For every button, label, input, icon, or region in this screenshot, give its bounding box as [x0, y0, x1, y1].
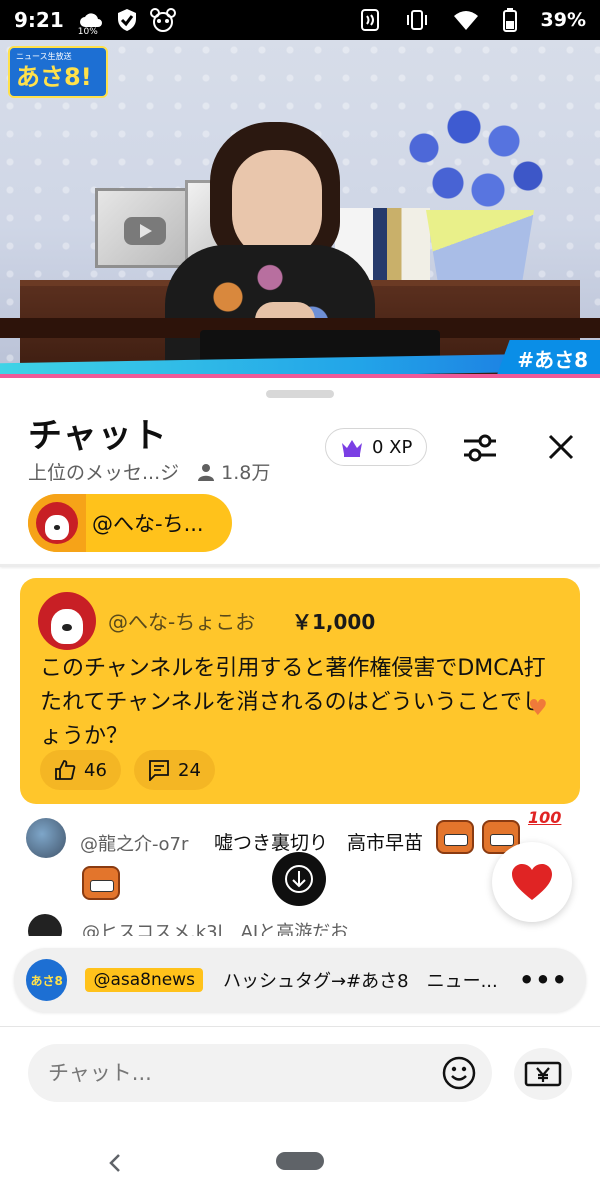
chat-input-box[interactable] — [28, 1044, 492, 1102]
crown-icon — [342, 440, 362, 457]
chat-message[interactable]: @龍之介-o7r 嘘つき裏切り 高市早苗 — [26, 816, 520, 906]
reply-button[interactable]: 24 — [134, 750, 215, 790]
battery-percent: 39% — [540, 9, 586, 31]
comment-icon — [149, 760, 169, 781]
video-player[interactable]: ニュース生放送 あさ8! #あさ8 — [0, 40, 600, 378]
chevron-left-icon — [109, 1154, 120, 1172]
logo-subtitle: ニュース生放送 — [16, 52, 72, 61]
nfc-icon — [359, 8, 381, 32]
superchat-card[interactable]: @へな-ちょこお ￥1,000 このチャンネルを引用すると著作権侵害でDMCA打… — [20, 578, 580, 804]
message-text: AIと高游だお — [240, 922, 349, 936]
thumbs-up-icon — [55, 760, 76, 780]
chat-message[interactable]: @ヒスコスメ.k3l AIと高游だお — [26, 914, 586, 936]
vibrate-icon — [405, 9, 429, 31]
weather-percent: 10% — [77, 27, 98, 37]
hashtag-banner: #あさ8 — [497, 340, 600, 374]
input-divider — [0, 1026, 600, 1027]
like-heart-button[interactable] — [492, 842, 572, 922]
panda-icon — [149, 8, 176, 32]
sliders-icon — [464, 434, 496, 462]
heart-icon — [512, 864, 552, 900]
ticker-avatar[interactable]: あさ8 — [26, 959, 68, 1001]
youtube-play-icon — [124, 217, 166, 245]
like-button[interactable]: 46 — [40, 750, 121, 790]
superchat-avatar[interactable] — [38, 592, 96, 650]
logo-title: あさ8! — [16, 63, 92, 91]
channel-logo: ニュース生放送 あさ8! — [8, 46, 108, 98]
system-nav-bar — [0, 1138, 600, 1200]
yen-money-icon — [524, 1061, 562, 1087]
chat-title: チャット — [28, 416, 168, 456]
chip-avatar — [36, 502, 78, 544]
message-author: @ヒスコスメ.k3l — [82, 922, 223, 936]
superchat-amount: ￥1,000 — [292, 610, 376, 634]
viewer-count-text: 1.8万 — [221, 462, 271, 484]
nav-home-pill[interactable] — [276, 1152, 324, 1170]
arrow-down-icon — [285, 865, 313, 893]
status-bar: 9:21 10% 39% — [0, 0, 600, 40]
ticker-handle: @asa8news — [85, 968, 203, 992]
chat-mode-dropdown[interactable]: 上位のメッセ...ジ 1.8万 — [28, 458, 270, 485]
wifi-icon — [453, 9, 479, 31]
youtube-play-button-award — [95, 188, 190, 268]
shield-check-icon — [116, 8, 138, 32]
xp-button[interactable]: 0 XP — [325, 428, 428, 466]
penguin-avatar-icon[interactable] — [28, 914, 62, 936]
pinned-superchat-chip[interactable]: @へな-ち... — [28, 494, 232, 552]
angry-face-emoji-icon — [82, 866, 120, 900]
viewer-count: 1.8万 — [197, 458, 270, 485]
reply-count: 24 — [178, 759, 201, 781]
scroll-to-bottom-button[interactable] — [272, 852, 326, 906]
close-chat-button[interactable] — [540, 426, 582, 468]
person-icon — [198, 463, 215, 481]
smiley-icon — [442, 1056, 476, 1090]
chat-mode-label: 上位のメッセ...ジ — [28, 462, 180, 484]
presenter-face — [232, 150, 322, 260]
chip-label: @へな-ち... — [92, 512, 204, 536]
message-text: 嘘つき裏切り 高市早苗 — [214, 832, 424, 854]
super-chat-button[interactable] — [514, 1048, 572, 1100]
ticker-text: ハッシュタグ→#あさ8 ニュー... — [222, 971, 498, 992]
close-icon — [548, 434, 574, 460]
weather-icon: 10% — [77, 5, 104, 37]
nav-back-button[interactable] — [100, 1148, 130, 1178]
like-count: 46 — [84, 759, 107, 781]
chat-panel: チャット 上位のメッセ...ジ 1.8万 0 XP @へな-ち... @へな-ち… — [0, 378, 600, 1200]
heart-reaction-icon: ♥ — [528, 696, 548, 721]
xp-label: 0 XP — [372, 436, 413, 458]
angry-face-emoji-icon — [436, 820, 474, 854]
battery-icon — [502, 8, 517, 32]
message-avatar[interactable] — [26, 818, 66, 858]
hundred-points-icon: 100 — [528, 808, 562, 827]
status-time: 9:21 — [14, 8, 64, 32]
chat-input[interactable] — [48, 1061, 440, 1085]
drag-handle[interactable] — [266, 390, 334, 398]
message-author: @龍之介-o7r — [80, 834, 189, 855]
superchat-message: このチャンネルを引用すると著作権侵害でDMCA打たれてチャンネルを消されるのはど… — [40, 656, 546, 749]
more-options-icon[interactable]: ••• — [519, 966, 574, 994]
chat-settings-button[interactable] — [460, 428, 500, 468]
emoji-button[interactable] — [440, 1054, 478, 1092]
ticker-banner[interactable]: あさ8 @asa8news ハッシュタグ→#あさ8 ニュー... ••• — [14, 948, 586, 1012]
superchat-author: @へな-ちょこお — [108, 610, 256, 634]
header-divider — [0, 564, 600, 567]
